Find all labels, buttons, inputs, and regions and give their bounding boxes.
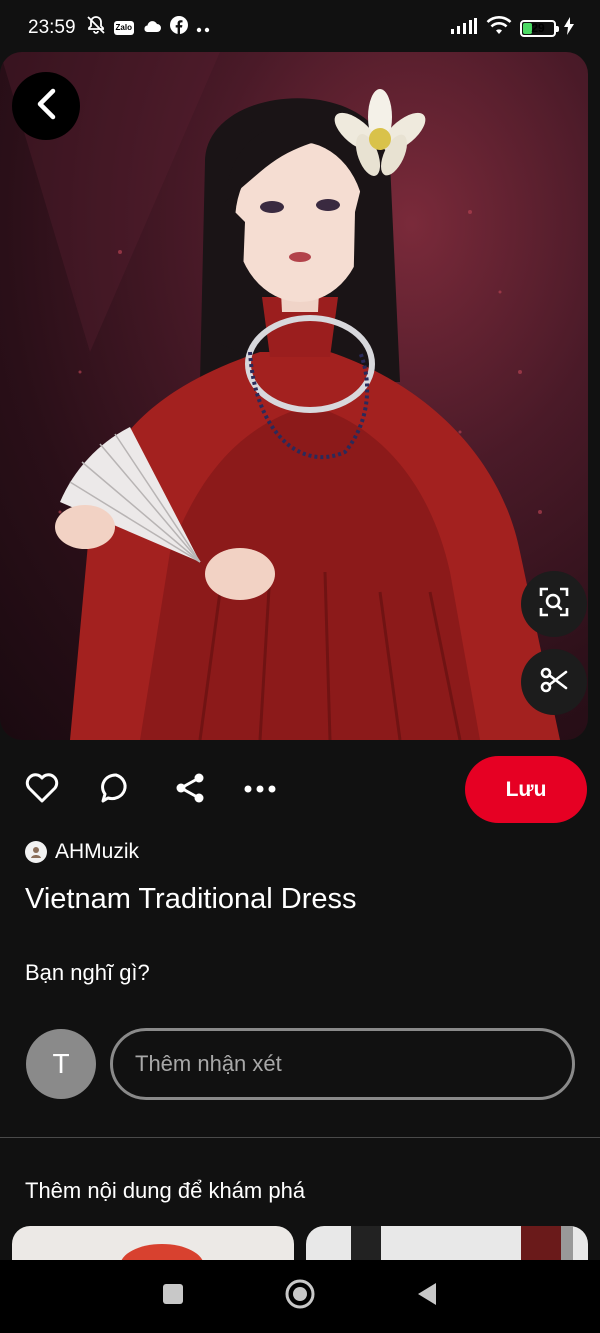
pin-illustration	[0, 52, 560, 740]
more-options-button[interactable]	[240, 770, 280, 810]
comment-prompt: Bạn nghĩ gì?	[25, 960, 150, 985]
status-left: 23:59 Zalo	[28, 15, 212, 41]
wifi-icon	[486, 15, 512, 41]
visual-search-button[interactable]	[521, 571, 587, 637]
back-nav-button[interactable]	[407, 1277, 447, 1317]
scissors-icon	[539, 665, 569, 700]
more-dots-icon	[196, 17, 212, 39]
cutout-button[interactable]	[521, 649, 587, 715]
charging-icon	[564, 16, 574, 40]
bell-off-icon	[86, 15, 106, 41]
battery-indicator: 29	[520, 19, 559, 37]
status-bar: 23:59 Zalo 29	[0, 0, 600, 56]
recents-button[interactable]	[153, 1277, 193, 1317]
comment-button[interactable]	[96, 770, 136, 810]
more-icon	[243, 781, 277, 799]
battery-level: 29	[531, 21, 545, 35]
circle-icon	[284, 1278, 316, 1315]
zalo-icon: Zalo	[113, 21, 134, 35]
action-bar: Lưu	[0, 756, 600, 824]
comment-row: T	[26, 1028, 576, 1100]
visual-search-icon	[538, 586, 570, 623]
chevron-left-icon	[33, 88, 59, 125]
author-avatar	[25, 841, 47, 863]
user-avatar[interactable]: T	[26, 1029, 96, 1099]
divider	[0, 1137, 600, 1138]
system-nav-bar	[0, 1260, 600, 1333]
comment-input[interactable]	[110, 1028, 575, 1100]
square-icon	[161, 1282, 185, 1311]
like-button[interactable]	[22, 770, 62, 810]
share-button[interactable]	[170, 770, 210, 810]
cloud-icon	[142, 17, 162, 39]
author-name: AHMuzik	[55, 840, 140, 863]
comment-icon	[100, 772, 132, 809]
explore-title: Thêm nội dung để khám phá	[25, 1178, 306, 1203]
pin-title: Vietnam Traditional Dress	[25, 883, 357, 915]
home-button[interactable]	[280, 1277, 320, 1317]
save-button[interactable]: Lưu	[465, 756, 587, 823]
share-icon	[174, 772, 206, 809]
back-button[interactable]	[12, 72, 80, 140]
triangle-back-icon	[415, 1281, 439, 1312]
author-link[interactable]: AHMuzik	[25, 840, 139, 864]
facebook-icon	[170, 16, 188, 40]
heart-icon	[25, 772, 59, 808]
signal-icon	[450, 17, 478, 39]
status-right: 29	[450, 15, 574, 41]
clock: 23:59	[28, 17, 76, 38]
pin-image[interactable]	[0, 52, 588, 740]
